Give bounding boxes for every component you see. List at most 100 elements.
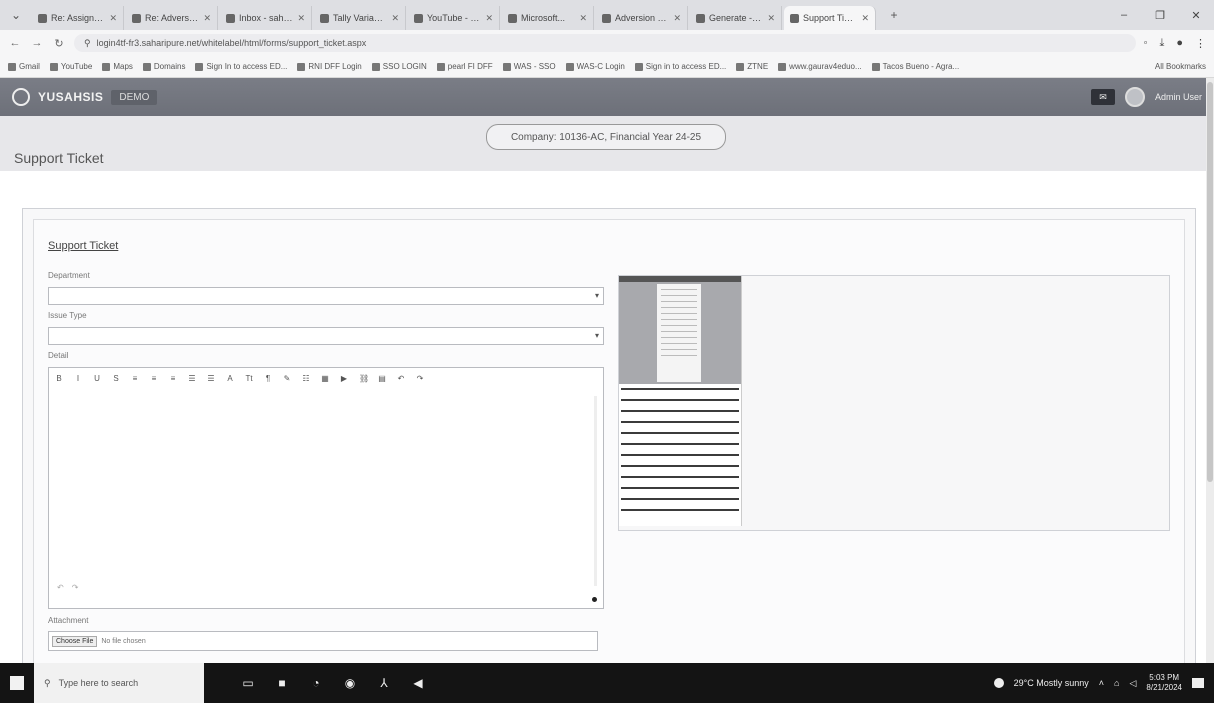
editor-toolbar-button[interactable]: ↷ <box>416 374 424 383</box>
back-icon[interactable]: ← <box>8 37 22 49</box>
editor-scrollbar[interactable] <box>594 396 597 586</box>
download-icon[interactable]: ⤓ <box>1159 37 1164 50</box>
editor-toolbar-button[interactable]: A <box>226 374 234 383</box>
browser-tab[interactable]: Re: Assigned a... ✕ <box>32 6 124 30</box>
menu-icon[interactable]: ⋮ <box>1195 37 1206 50</box>
url-field[interactable]: ⚲ login4tf-fr3.saharipure.net/whitelabel… <box>74 34 1136 52</box>
all-bookmarks-button[interactable]: All Bookmarks <box>1155 62 1206 71</box>
extensions-icon[interactable]: ◦ <box>1144 37 1148 50</box>
acrobat-icon[interactable]: ⅄ <box>376 676 392 690</box>
tab-search-icon[interactable]: ⌄ <box>0 0 32 30</box>
maximize-button[interactable]: ❐ <box>1142 9 1178 22</box>
bookmark-item[interactable]: WAS-C Login <box>565 62 625 71</box>
bookmark-item[interactable]: Gmail <box>8 62 40 71</box>
editor-toolbar-button[interactable]: ☰ <box>188 374 196 383</box>
teams-icon[interactable]: ◀ <box>410 676 426 690</box>
editor-toolbar-button[interactable]: S <box>112 374 120 383</box>
editor-toolbar-button[interactable]: ≡ <box>131 374 139 383</box>
tab-close-icon[interactable]: ✕ <box>109 13 117 24</box>
clock[interactable]: 5:03 PM 8/21/2024 <box>1146 673 1182 693</box>
file-explorer-icon[interactable]: ■ <box>274 676 290 690</box>
editor-toolbar-button[interactable]: ≡ <box>169 374 177 383</box>
resize-handle[interactable] <box>592 597 597 602</box>
editor-toolbar-button[interactable]: ↶ <box>397 374 405 383</box>
profile-icon[interactable]: ● <box>1176 37 1183 50</box>
tab-close-icon[interactable]: ✕ <box>861 13 869 24</box>
bookmark-item[interactable]: Sign in to access ED... <box>634 62 726 71</box>
editor-toolbar-button[interactable]: B <box>55 374 63 383</box>
bookmark-item[interactable]: Tacos Bueno - Agra... <box>871 62 959 71</box>
editor-toolbar-button[interactable]: ¶ <box>264 374 272 383</box>
editor-toolbar-button[interactable]: ⛓ <box>359 374 369 383</box>
detail-rich-text-editor[interactable]: B I U S ≡ ≡ ≡ ☰ ☰ A Tt ¶ ✎ ☷ ▦ ▶ ⛓ ▤ ↶ ↷ ↶ ↷ <box>48 367 604 609</box>
scrollbar-thumb[interactable] <box>1207 82 1213 482</box>
attachment-preview-image[interactable] <box>619 276 742 526</box>
tab-close-icon[interactable]: ✕ <box>391 13 399 24</box>
editor-toolbar-button[interactable]: ▤ <box>378 374 386 383</box>
browser-tab[interactable]: Support Ticket - Y... ✕ <box>784 6 876 30</box>
tab-close-icon[interactable]: ✕ <box>767 13 775 24</box>
issue-type-select[interactable]: ▾ <box>48 327 604 345</box>
task-view-icon[interactable]: ▭ <box>240 676 256 690</box>
browser-tab[interactable]: YouTube - Recept...✕ <box>408 6 500 30</box>
minimize-button[interactable]: – <box>1106 9 1142 21</box>
redo-icon[interactable]: ↷ <box>72 583 79 592</box>
bookmark-item[interactable]: Domains <box>142 62 185 71</box>
choose-file-button[interactable]: Choose File <box>52 635 98 647</box>
bookmark-item[interactable]: YouTube <box>49 62 92 71</box>
editor-toolbar-button[interactable]: U <box>93 374 101 383</box>
network-icon[interactable]: ⌂ <box>1114 678 1119 688</box>
page-scrollbar[interactable] <box>1206 78 1214 663</box>
reload-icon[interactable]: ↻ <box>52 37 66 50</box>
close-window-button[interactable]: ✕ <box>1178 9 1214 22</box>
avatar[interactable] <box>1124 87 1145 107</box>
bookmark-item[interactable]: Sign In to access ED... <box>195 62 287 71</box>
tab-close-icon[interactable]: ✕ <box>673 13 681 24</box>
tray-chevron-icon[interactable]: ˄ <box>1099 678 1104 688</box>
new-tab-icon[interactable]: + <box>878 0 910 30</box>
editor-toolbar-button[interactable]: ✎ <box>283 374 291 383</box>
chrome-icon[interactable]: ◉ <box>342 676 358 690</box>
bookmark-item[interactable]: SSO LOGIN <box>371 62 427 71</box>
tab-close-icon[interactable]: ✕ <box>203 13 211 24</box>
attachment-file-input[interactable]: Choose File No file chosen <box>48 631 598 651</box>
notification-center-icon[interactable] <box>1192 678 1204 688</box>
tab-close-icon[interactable]: ✕ <box>297 13 305 24</box>
user-name[interactable]: Admin User <box>1155 92 1202 102</box>
weather-text[interactable]: 29°C Mostly sunny <box>1014 678 1089 688</box>
bookmark-item[interactable]: Maps <box>102 62 133 71</box>
editor-toolbar-button[interactable]: ▦ <box>321 374 329 383</box>
forward-icon[interactable]: → <box>30 37 44 49</box>
browser-tab[interactable]: Adversion Develop...✕ <box>596 6 688 30</box>
tab-close-icon[interactable]: ✕ <box>579 13 587 24</box>
bookmark-item[interactable]: pearl FI DFF <box>436 62 493 71</box>
site-info-icon[interactable]: ⚲ <box>84 38 91 49</box>
notification-icon[interactable]: ✉ <box>1090 89 1115 105</box>
editor-toolbar-button[interactable]: Tt <box>245 374 253 383</box>
bookmark-item[interactable]: ZTNE <box>736 62 768 71</box>
browser-tab[interactable]: Inbox - saharipure...✕ <box>220 6 312 30</box>
editor-toolbar-button[interactable]: ≡ <box>150 374 158 383</box>
start-button[interactable] <box>0 663 34 703</box>
volume-icon[interactable]: ◁ <box>1129 678 1136 689</box>
editor-toolbar-button[interactable]: ☰ <box>207 374 215 383</box>
browser-tab[interactable]: Microsoft... ✕ <box>502 6 594 30</box>
undo-icon[interactable]: ↶ <box>57 583 64 592</box>
edge-icon[interactable]: ◔ <box>308 676 324 690</box>
bookmark-item[interactable]: www.gaurav4eduo... <box>778 62 862 71</box>
editor-toolbar-button[interactable]: ▶ <box>340 374 348 383</box>
preview-table-row <box>621 399 739 401</box>
department-select[interactable]: ▾ <box>48 287 604 305</box>
editor-toolbar-button[interactable]: I <box>74 374 82 383</box>
bookmark-item[interactable]: WAS - SSO <box>502 62 556 71</box>
taskbar-search[interactable]: ⚲ Type here to search <box>34 663 204 703</box>
windows-icon <box>10 676 24 690</box>
browser-tab[interactable]: Re: Adversion Curre...✕ <box>126 6 218 30</box>
tab-close-icon[interactable]: ✕ <box>485 13 493 24</box>
weather-icon[interactable] <box>993 678 1004 688</box>
bookmark-item[interactable]: RNI DFF Login <box>297 62 362 71</box>
editor-toolbar-button[interactable]: ☷ <box>302 374 310 383</box>
app-brand[interactable]: YUSAHSIS <box>38 90 103 104</box>
browser-tab[interactable]: Tally Variable - Mix... ✕ <box>314 6 406 30</box>
browser-tab[interactable]: Generate - Mu... ✕ <box>690 6 782 30</box>
